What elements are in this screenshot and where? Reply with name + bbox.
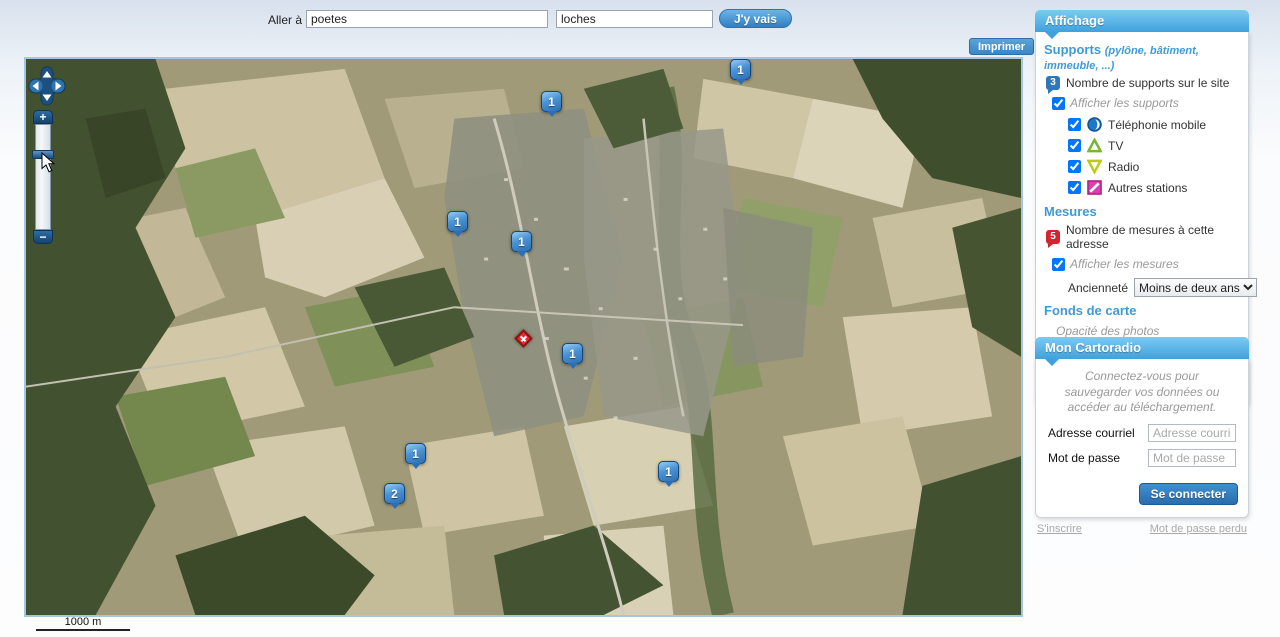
show-supports-label: Afficher les supports — [1070, 96, 1179, 110]
tv-checkbox[interactable] — [1068, 139, 1081, 152]
address-input[interactable] — [306, 10, 548, 28]
zoom-out-button[interactable]: − — [33, 230, 53, 244]
pan-control[interactable] — [28, 66, 66, 108]
site-marker[interactable]: 1 — [405, 443, 426, 464]
lost-password-link[interactable]: Mot de passe perdu — [1150, 523, 1247, 535]
zoom-slider-handle[interactable] — [32, 150, 54, 159]
password-field[interactable] — [1148, 449, 1236, 467]
zoom-slider-track[interactable] — [35, 124, 51, 230]
photos-opacity-label: Opacité des photos — [1056, 324, 1240, 338]
show-mesures-label: Afficher les mesures — [1070, 257, 1179, 271]
go-button[interactable]: J'y vais — [719, 9, 792, 28]
radio-checkbox[interactable] — [1068, 160, 1081, 173]
email-label: Adresse courriel — [1048, 426, 1135, 440]
signup-link[interactable]: S'inscrire — [1037, 523, 1082, 535]
fonds-heading: Fonds de carte — [1044, 303, 1240, 318]
site-marker[interactable]: 1 — [447, 211, 468, 232]
tv-label: TV — [1108, 139, 1123, 153]
mesures-count-badge: 5 — [1046, 230, 1060, 244]
mobile-checkbox[interactable] — [1068, 118, 1081, 131]
affichage-panel-header: Affichage — [1035, 10, 1249, 32]
cartoradio-panel: Mon Cartoradio Connectez-vous pour sauve… — [1035, 337, 1249, 535]
connect-button[interactable]: Se connecter — [1139, 483, 1238, 505]
other-stations-label: Autres stations — [1108, 181, 1187, 195]
city-input[interactable] — [556, 10, 713, 28]
age-select[interactable]: Moins de deux ans — [1134, 278, 1257, 297]
supports-heading-text: Supports — [1044, 42, 1101, 57]
zoom-in-button[interactable]: + — [33, 110, 53, 124]
supports-count-label: Nombre de supports sur le site — [1066, 76, 1229, 90]
other-stations-checkbox[interactable] — [1068, 181, 1081, 194]
site-marker[interactable]: 1 — [562, 343, 583, 364]
site-marker[interactable]: 1 — [541, 91, 562, 112]
mobile-label: Téléphonie mobile — [1108, 118, 1206, 132]
cartoradio-panel-header: Mon Cartoradio — [1035, 337, 1249, 359]
tv-icon — [1087, 138, 1102, 153]
site-marker[interactable]: 1 — [658, 461, 679, 482]
goto-label: Aller à — [268, 13, 302, 27]
radio-label: Radio — [1108, 160, 1139, 174]
mesures-heading: Mesures — [1044, 204, 1240, 219]
mesures-count-label: Nombre de mesures à cette adresse — [1066, 223, 1240, 251]
show-mesures-checkbox[interactable] — [1052, 258, 1065, 271]
supports-count-badge: 3 — [1046, 76, 1060, 90]
radio-icon — [1087, 159, 1102, 174]
age-label: Ancienneté — [1068, 281, 1128, 295]
login-intro-text: Connectez-vous pour sauvegarder vos donn… — [1054, 369, 1230, 416]
site-marker[interactable]: 2 — [384, 483, 405, 504]
print-button[interactable]: Imprimer — [969, 38, 1034, 55]
site-marker[interactable]: 1 — [730, 59, 751, 80]
other-stations-icon — [1087, 180, 1102, 195]
scale-bar: 1000 m — [36, 616, 130, 631]
email-field[interactable] — [1148, 424, 1236, 442]
aerial-map[interactable]: 11111121 + − géportail Conditions généra… — [24, 57, 1023, 617]
password-label: Mot de passe — [1048, 451, 1120, 465]
site-marker[interactable]: 1 — [511, 231, 532, 252]
show-supports-checkbox[interactable] — [1052, 97, 1065, 110]
mobile-icon — [1087, 117, 1102, 132]
supports-heading: Supports (pylône, bâtiment, immeuble, ..… — [1044, 42, 1240, 72]
